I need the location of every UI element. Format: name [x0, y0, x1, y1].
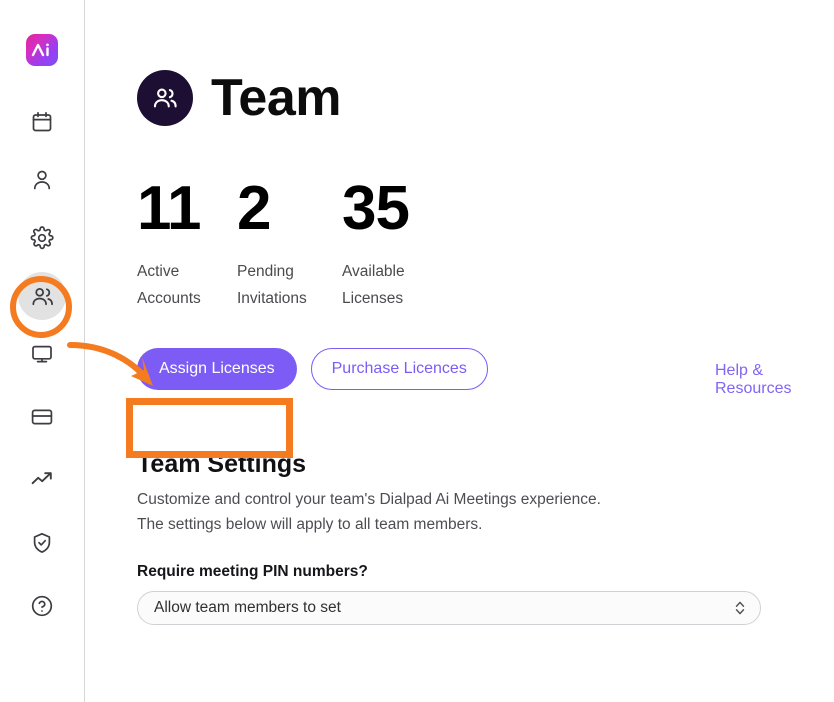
sidebar-item-security[interactable]: [18, 519, 66, 567]
stat-active-accounts: 11 Active Accounts: [137, 178, 237, 312]
section-title: Team Settings: [137, 450, 307, 479]
page-header: Team: [137, 70, 834, 126]
sidebar-item-settings[interactable]: [18, 214, 66, 262]
stat-label: Available Licenses: [342, 258, 434, 312]
sidebar-item-devices[interactable]: [18, 330, 66, 378]
sidebar-item-contacts[interactable]: [18, 156, 66, 204]
team-avatar: [137, 70, 193, 126]
stat-label: Pending Invitations: [237, 258, 329, 312]
stat-label: Active Accounts: [137, 258, 229, 312]
gear-icon: [30, 226, 54, 250]
credit-card-icon: [31, 409, 53, 425]
stat-label-line1: Pending: [237, 263, 294, 280]
left-sidebar: [0, 0, 85, 702]
dialpad-ai-logo[interactable]: [26, 34, 58, 66]
pin-select-value: Allow team members to set: [154, 599, 341, 617]
calendar-icon: [32, 111, 52, 132]
person-icon: [33, 170, 51, 190]
sidebar-item-help[interactable]: [18, 582, 66, 630]
pin-select[interactable]: Allow team members to set: [137, 591, 761, 626]
section-description-line2: The settings below will apply to all tea…: [137, 516, 483, 534]
monitor-icon: [32, 345, 52, 363]
help-circle-icon: [31, 595, 53, 617]
pin-field-label: Require meeting PIN numbers?: [137, 563, 368, 581]
people-icon: [31, 287, 53, 305]
stat-value: 2: [237, 174, 271, 243]
sidebar-item-analytics[interactable]: [18, 456, 66, 504]
sidebar-item-billing[interactable]: [18, 393, 66, 441]
trending-up-icon: [31, 472, 52, 485]
main-content: Team 11 Active Accounts 2 Pending Invita…: [85, 0, 834, 702]
assign-licenses-button[interactable]: Assign Licenses: [137, 348, 297, 391]
people-icon: [153, 88, 177, 108]
stat-value: 11: [137, 174, 202, 243]
purchase-licences-button[interactable]: Purchase Licences: [310, 348, 488, 391]
sidebar-item-calendar[interactable]: [18, 98, 66, 146]
help-resources-link[interactable]: Help & Resources: [715, 362, 834, 398]
chevron-up-down-icon: [734, 599, 746, 617]
actions-row: Assign Licenses Purchase Licences Help &…: [137, 348, 834, 397]
team-settings-section: Team Settings Customize and control your…: [137, 450, 834, 626]
team-stats: 11 Active Accounts 2 Pending Invitations…: [137, 178, 834, 312]
stat-label-line2: Accounts: [137, 290, 201, 308]
stat-available-licenses: 35 Available Licenses: [342, 178, 462, 312]
section-description-line1: Customize and control your team's Dialpa…: [137, 491, 601, 508]
shield-check-icon: [33, 532, 51, 553]
sidebar-item-team[interactable]: [18, 272, 66, 320]
stat-label-line2: Licenses: [342, 290, 404, 308]
stat-pending-invitations: 2 Pending Invitations: [237, 178, 342, 312]
stat-label-line2: Invitations: [237, 290, 307, 308]
team-settings-page: Team 11 Active Accounts 2 Pending Invita…: [0, 0, 834, 702]
page-title: Team: [211, 69, 341, 127]
section-description: Customize and control your team's Dialpa…: [137, 487, 834, 537]
stat-label-line1: Available: [342, 263, 405, 280]
stat-value: 35: [342, 174, 410, 243]
stat-label-line1: Active: [137, 263, 180, 280]
